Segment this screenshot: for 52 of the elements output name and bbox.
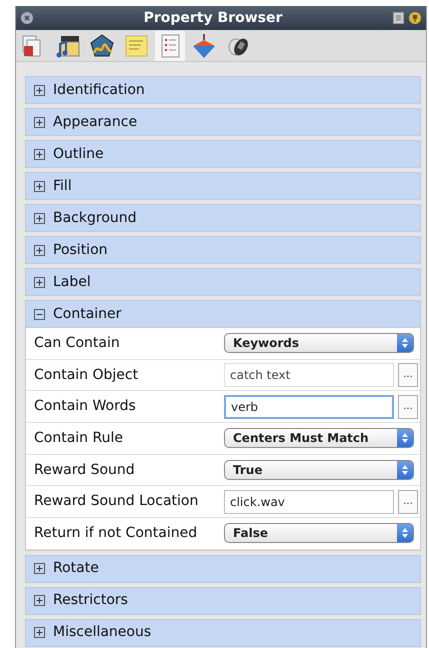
expand-icon bbox=[34, 212, 45, 224]
checklist-icon bbox=[162, 34, 180, 57]
dropdown[interactable]: Centers Must Match bbox=[224, 428, 414, 448]
expand-icon bbox=[34, 116, 45, 128]
input-field[interactable]: click.wav bbox=[224, 490, 394, 514]
section-header[interactable]: Appearance bbox=[25, 108, 421, 136]
stepper-icon bbox=[397, 429, 413, 448]
expand-icon bbox=[34, 84, 45, 96]
film-music-icon bbox=[56, 36, 80, 57]
stepper-icon bbox=[397, 524, 413, 542]
browse-button[interactable]: ... bbox=[398, 394, 418, 419]
sticky-note-icon bbox=[126, 35, 148, 56]
close-icon[interactable] bbox=[21, 12, 33, 24]
spinning-top-icon bbox=[193, 34, 215, 58]
documents-icon bbox=[22, 35, 40, 56]
section-header[interactable]: Rotate bbox=[25, 554, 421, 583]
property-label: Reward Sound Location bbox=[33, 492, 200, 512]
window-title: Property Browser bbox=[142, 8, 284, 28]
property-label: Return if not Contained bbox=[33, 524, 198, 543]
expand-icon bbox=[34, 276, 45, 288]
section-header[interactable]: Container bbox=[25, 300, 421, 328]
property-label: Contain Rule bbox=[33, 428, 124, 448]
dropdown[interactable]: True bbox=[224, 460, 414, 480]
expand-icon bbox=[34, 627, 45, 638]
expand-icon bbox=[34, 595, 45, 606]
section-header[interactable]: Label bbox=[25, 268, 421, 296]
stepper-icon bbox=[397, 461, 413, 480]
section-header[interactable]: Miscellaneous bbox=[25, 618, 421, 647]
section-header[interactable]: Background bbox=[25, 204, 421, 232]
section-header[interactable]: Position bbox=[25, 236, 421, 264]
stepper-icon bbox=[397, 334, 413, 352]
document-icon[interactable] bbox=[393, 12, 404, 24]
property-label: Contain Object bbox=[33, 366, 140, 385]
expand-icon bbox=[34, 244, 45, 256]
section-header[interactable]: Fill bbox=[25, 172, 421, 200]
mouse-icon bbox=[228, 38, 248, 55]
expand-icon bbox=[34, 180, 45, 192]
pentagon-icon bbox=[90, 34, 114, 56]
section-header[interactable]: Identification bbox=[25, 76, 421, 104]
browse-button[interactable]: ... bbox=[398, 490, 418, 514]
dropdown[interactable]: False bbox=[224, 523, 414, 544]
expand-icon bbox=[34, 148, 45, 160]
section-header[interactable]: Outline bbox=[25, 140, 421, 168]
property-label: Reward Sound bbox=[33, 460, 136, 480]
property-label: Contain Words bbox=[33, 397, 137, 416]
dropdown[interactable]: Keywords bbox=[224, 333, 414, 354]
input-field[interactable]: verb bbox=[224, 394, 394, 419]
collapse-icon bbox=[34, 308, 45, 320]
section-header[interactable]: Restrictors bbox=[25, 586, 421, 615]
pin-icon[interactable] bbox=[409, 12, 421, 24]
property-label: Can Contain bbox=[33, 334, 121, 353]
expand-icon bbox=[34, 563, 45, 574]
